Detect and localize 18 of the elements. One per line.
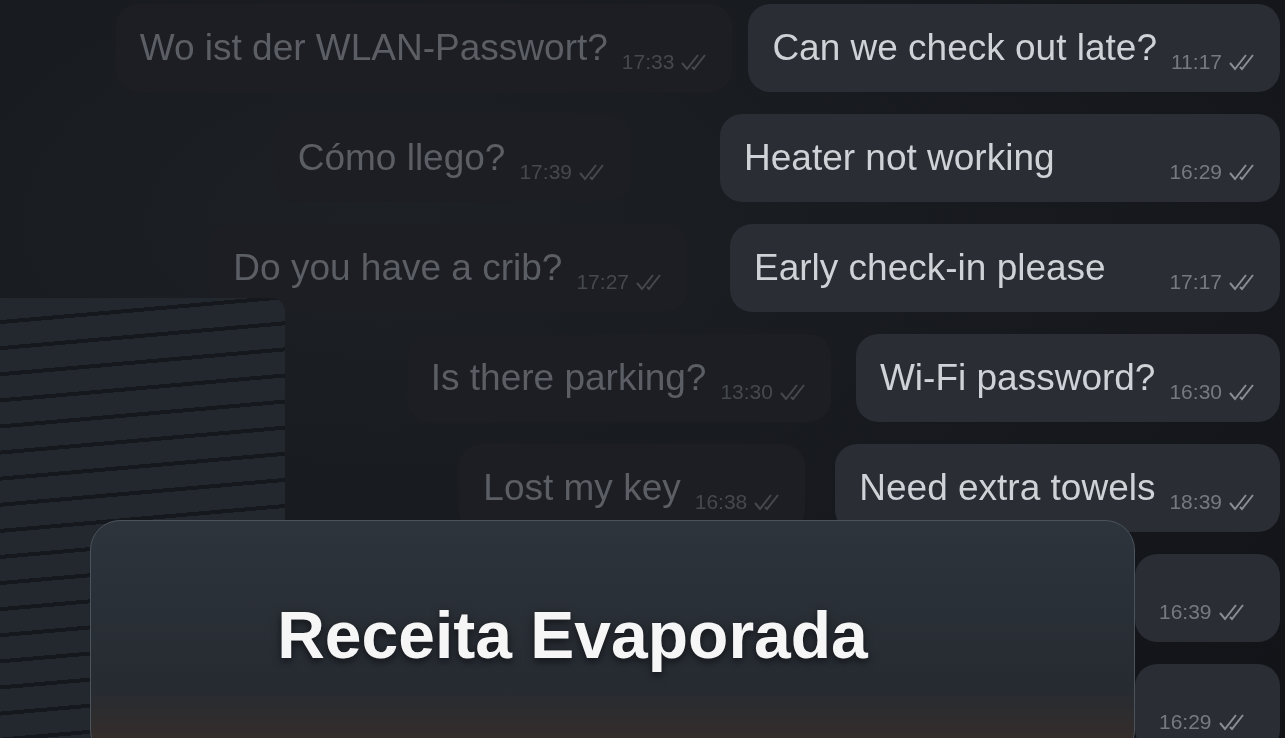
message-time: 16:39 <box>1159 600 1212 624</box>
card-title: Receita Evaporada <box>277 597 868 674</box>
message-text: Cómo llego? <box>297 137 506 179</box>
message-text: Can we check out late? <box>772 27 1157 69</box>
message-time: 17:17 <box>1169 270 1222 294</box>
message-text: Early check-in please <box>754 247 1106 289</box>
message-text: Heater not working <box>744 137 1055 179</box>
message-time: 16:29 <box>1169 160 1222 184</box>
message-text: Need extra towels <box>859 467 1156 509</box>
message-text: Wo ist der WLAN-Passwort? <box>139 27 608 69</box>
message-time: 18:39 <box>1169 490 1222 514</box>
message-text: Wi-Fi password? <box>879 357 1156 399</box>
message-time: 11:17 <box>1171 50 1222 74</box>
message-text: Lost my key <box>483 467 681 509</box>
message-text: Do you have a crib? <box>233 247 563 289</box>
message-time: 16:29 <box>1159 710 1212 734</box>
message-text: Is there parking? <box>430 357 707 399</box>
message-time: 16:30 <box>1169 380 1222 404</box>
